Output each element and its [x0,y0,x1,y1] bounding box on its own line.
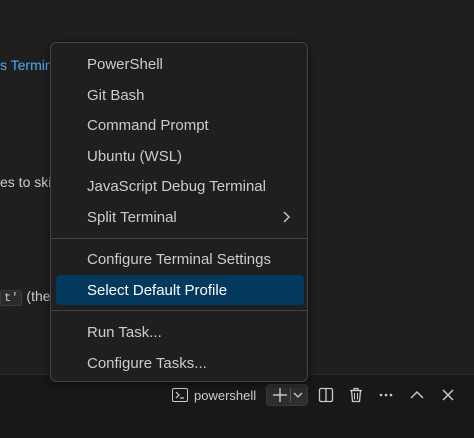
terminal-tab[interactable]: powershell [172,384,256,406]
terminal-tab-label: powershell [194,387,257,403]
menu-item-label: Configure Terminal Settings [87,250,271,268]
menu-item-label: Split Terminal [87,208,177,226]
split-terminal-button[interactable] [315,384,337,406]
menu-item-select-default-profile[interactable]: Select Default Profile [56,275,304,305]
menu-item-label: JavaScript Debug Terminal [87,177,266,195]
background-link[interactable]: s Termin [0,57,53,73]
menu-item-git-bash[interactable]: Git Bash [56,80,304,110]
maximize-panel-button[interactable] [406,384,428,406]
menu-item-split-terminal[interactable]: Split Terminal [56,202,304,232]
menu-item-powershell[interactable]: PowerShell [56,49,304,79]
menu-separator [51,310,307,311]
split-button-divider [289,388,291,402]
background-text: es to ski [0,174,52,190]
menu-item-label: Git Bash [87,86,145,104]
terminal-icon [172,388,188,402]
chevron-right-icon [280,210,294,228]
menu-item-ubuntu-wsl[interactable]: Ubuntu (WSL) [56,141,304,171]
menu-item-label: Run Task... [87,323,162,341]
menu-item-label: Ubuntu (WSL) [87,147,183,165]
chevron-down-icon[interactable] [293,390,303,400]
chevron-up-icon [409,387,425,403]
split-icon [318,387,334,403]
more-icon [378,387,394,403]
menu-item-configure-tasks[interactable]: Configure Tasks... [56,348,304,378]
trash-icon [348,387,364,403]
background-text-code-line: t' (the [0,288,51,306]
terminal-profile-menu: PowerShell Git Bash Command Prompt Ubunt… [50,42,308,382]
more-actions-button[interactable] [375,384,397,406]
background-text-tail: (the [26,288,51,304]
close-icon [440,387,456,403]
new-terminal-split-button[interactable] [266,384,308,406]
menu-item-javascript-debug-terminal[interactable]: JavaScript Debug Terminal [56,171,304,201]
menu-item-label: PowerShell [87,55,163,73]
menu-item-command-prompt[interactable]: Command Prompt [56,110,304,140]
kill-terminal-button[interactable] [345,384,367,406]
menu-item-label: Select Default Profile [87,281,228,299]
menu-separator [51,238,307,239]
menu-item-run-task[interactable]: Run Task... [56,317,304,347]
menu-item-label: Command Prompt [87,116,209,134]
inline-code: t' [0,290,23,306]
plus-icon[interactable] [272,387,288,403]
menu-item-configure-terminal-settings[interactable]: Configure Terminal Settings [56,244,304,274]
menu-item-label: Configure Tasks... [87,354,207,372]
close-panel-button[interactable] [437,384,459,406]
